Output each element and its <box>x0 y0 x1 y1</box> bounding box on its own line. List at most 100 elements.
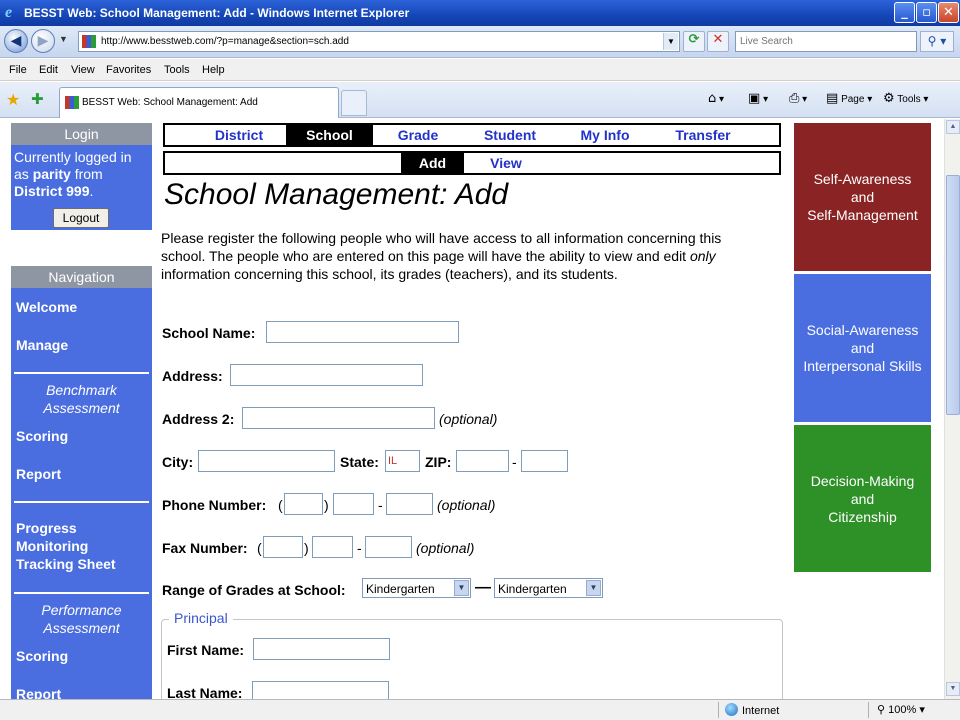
fax-dash: - <box>357 540 362 556</box>
url-dropdown-icon[interactable]: ▼ <box>663 33 678 50</box>
panel-line: Citizenship <box>828 508 897 525</box>
vertical-scrollbar[interactable]: ▲ ▼ <box>944 119 960 699</box>
school-name-input[interactable] <box>266 321 459 343</box>
page-menu-label: Page <box>841 94 865 105</box>
fax-paren-open: ( <box>257 540 262 556</box>
menu-tools[interactable]: Tools <box>164 64 190 76</box>
panel-social-awareness[interactable]: Social-Awareness and Interpersonal Skill… <box>794 274 931 422</box>
tab-school[interactable]: School <box>286 125 373 145</box>
grade-range-dash: — <box>475 579 491 596</box>
login-district: District 999 <box>14 183 90 199</box>
city-input[interactable] <box>198 450 335 472</box>
phone-area-input[interactable] <box>284 493 323 515</box>
menu-edit[interactable]: Edit <box>39 64 58 76</box>
panel-line: Social-Awareness <box>806 322 919 338</box>
phone-optional-note: (optional) <box>437 497 496 513</box>
nav-benchmark-scoring[interactable]: Scoring <box>16 427 68 445</box>
tools-menu-button[interactable]: ⚙ Tools ▾ <box>883 91 928 106</box>
tab-add[interactable]: Add <box>401 153 464 173</box>
minimize-button[interactable]: _ <box>894 2 915 23</box>
grade-to-select[interactable]: Kindergarten ▼ <box>494 578 603 598</box>
feeds-button[interactable]: ▣ ▾ <box>748 91 768 106</box>
tab-besst-web[interactable]: BESST Web: School Management: Add <box>59 87 339 118</box>
home-button[interactable]: ⌂ ▾ <box>708 91 724 106</box>
menu-favorites[interactable]: Favorites <box>106 64 151 76</box>
principal-last-name-input[interactable] <box>252 681 389 699</box>
chevron-down-icon: ▼ <box>454 580 469 596</box>
url-input[interactable] <box>99 33 659 50</box>
window-title: BESST Web: School Management: Add - Wind… <box>24 6 410 20</box>
login-status: Currently logged in as parity from Distr… <box>11 145 152 200</box>
subsection-nav: Add View <box>163 151 781 175</box>
fax-line-input[interactable] <box>365 536 412 558</box>
close-button[interactable]: ✕ <box>938 2 959 23</box>
favorites-star-icon[interactable]: ★ <box>6 90 20 109</box>
address2-input[interactable] <box>242 407 435 429</box>
menu-view[interactable]: View <box>71 64 95 76</box>
print-button[interactable]: ⎙ ▾ <box>789 91 807 106</box>
search-input[interactable] <box>738 33 914 50</box>
nav-benchmark-report[interactable]: Report <box>16 465 61 483</box>
stop-button[interactable]: ✕ <box>707 31 729 52</box>
site-favicon-icon <box>82 35 96 48</box>
menu-help[interactable]: Help <box>202 64 225 76</box>
menu-file[interactable]: File <box>9 64 27 76</box>
tab-student[interactable]: Student <box>470 125 550 145</box>
panel-self-awareness[interactable]: Self-Awareness and Self-Management <box>794 123 931 271</box>
tab-label: BESST Web: School Management: Add <box>82 97 258 108</box>
login-suffix: . <box>89 183 94 199</box>
address2-label: Address 2: <box>162 411 235 427</box>
page-viewport: Login Currently logged in as parity from… <box>0 119 944 699</box>
section-nav: District School Grade Student My Info Tr… <box>163 123 781 147</box>
logout-button[interactable]: Logout <box>53 208 109 228</box>
nav-performance-report[interactable]: Report <box>16 685 61 699</box>
back-button[interactable]: ◀ <box>4 29 28 53</box>
status-divider <box>868 702 869 718</box>
phone-dash: - <box>378 497 383 513</box>
address-input[interactable] <box>230 364 423 386</box>
add-favorite-icon[interactable]: ✚ <box>31 90 44 108</box>
new-tab-button[interactable] <box>341 90 367 116</box>
home-icon: ⌂ <box>708 91 717 106</box>
maximize-button[interactable]: ▫ <box>916 2 937 23</box>
login-user: parity <box>32 166 71 182</box>
fax-area-input[interactable] <box>263 536 303 558</box>
page-menu-button[interactable]: ▤ Page ▾ <box>826 91 872 106</box>
grade-from-value: Kindergarten <box>366 582 435 596</box>
zip-extension-input[interactable] <box>521 450 568 472</box>
panel-decision-making[interactable]: Decision-Making and Citizenship <box>794 425 931 572</box>
tab-transfer[interactable]: Transfer <box>661 125 745 145</box>
principal-first-name-input[interactable] <box>253 638 390 660</box>
tab-my-info[interactable]: My Info <box>568 125 642 145</box>
nav-manage[interactable]: Manage <box>16 336 68 354</box>
tab-view[interactable]: View <box>475 153 537 173</box>
panel-social-awareness-text: Social-Awareness and Interpersonal Skill… <box>803 321 921 375</box>
nav-progress-monitoring[interactable]: Progress Monitoring Tracking Sheet <box>16 519 141 573</box>
nav-performance-scoring[interactable]: Scoring <box>16 647 68 665</box>
phone-prefix-input[interactable] <box>333 493 374 515</box>
panel-line: Self-Awareness <box>813 171 912 187</box>
nav-benchmark-assessment: Benchmark Assessment <box>43 382 120 416</box>
panel-line: and <box>850 340 875 356</box>
tab-district[interactable]: District <box>201 125 277 145</box>
state-input[interactable] <box>385 450 420 472</box>
scroll-down-icon[interactable]: ▼ <box>946 682 960 696</box>
tab-grade[interactable]: Grade <box>381 125 455 145</box>
refresh-button[interactable]: ⟳ <box>683 31 705 52</box>
recent-pages-dropdown-icon[interactable]: ▼ <box>59 34 68 44</box>
nav-welcome[interactable]: Welcome <box>16 298 77 316</box>
forward-button[interactable]: ▶ <box>31 29 55 53</box>
phone-paren-open: ( <box>278 497 283 513</box>
grade-from-select[interactable]: Kindergarten ▼ <box>362 578 471 598</box>
zip-dash: - <box>512 454 517 470</box>
scrollbar-thumb[interactable] <box>946 175 960 415</box>
search-button[interactable]: ⚲ ▾ <box>920 31 954 52</box>
zip-label: ZIP: <box>425 454 452 470</box>
zip-input[interactable] <box>456 450 509 472</box>
fax-prefix-input[interactable] <box>312 536 353 558</box>
phone-line-input[interactable] <box>386 493 433 515</box>
title-bar: e BESST Web: School Management: Add - Wi… <box>0 0 960 26</box>
nav-divider <box>14 592 149 594</box>
scroll-up-icon[interactable]: ▲ <box>946 120 960 134</box>
zoom-control[interactable]: ⚲ 100% ▾ <box>877 703 925 716</box>
